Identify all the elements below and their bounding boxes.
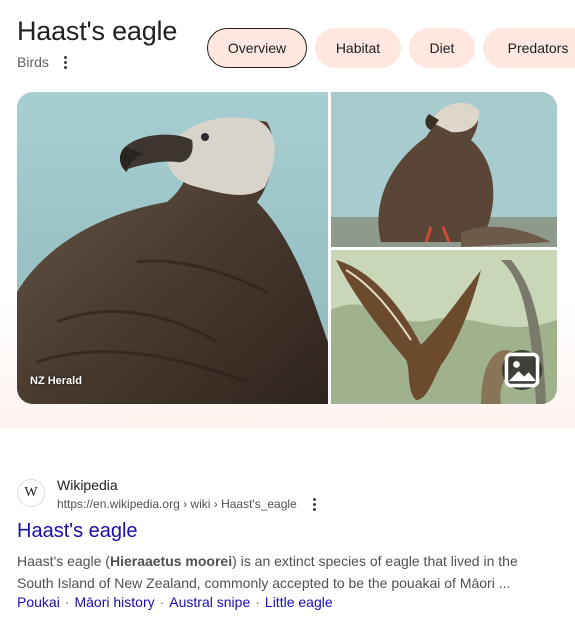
tab-diet[interactable]: Diet: [409, 28, 475, 68]
sitelinks: Poukai · Māori history · Austral snipe · Littl…: [17, 594, 333, 610]
result-site-name[interactable]: Wikipedia: [57, 477, 118, 493]
result-snippet: Haast's eagle (Hieraaetus moorei) is an …: [17, 550, 537, 594]
tab-overview[interactable]: Overview: [207, 28, 307, 68]
more-options-icon[interactable]: [58, 53, 72, 71]
result-options-icon[interactable]: [307, 495, 321, 513]
sitelink-poukai[interactable]: Poukai: [17, 594, 60, 610]
knowledge-panel: Haast's eagle Birds Overview Habitat Die…: [0, 0, 575, 428]
panel-title: Haast's eagle: [17, 16, 178, 46]
snippet-scientific-name: Hieraaetus moorei: [109, 553, 233, 569]
tab-predators[interactable]: Predators: [483, 28, 575, 68]
image-search-button[interactable]: [502, 350, 542, 390]
result-title-link[interactable]: Haast's eagle: [17, 520, 138, 543]
sitelink-separator: ·: [64, 594, 70, 610]
wikipedia-favicon-icon[interactable]: W: [17, 479, 45, 507]
eagle-image-top-right[interactable]: [331, 92, 557, 247]
eagle-illustration-perched: [331, 92, 557, 247]
eagle-image-main[interactable]: NZ Herald: [17, 92, 328, 404]
snippet-text: South Island of New Zealand, commonly ac…: [17, 575, 511, 591]
eagle-illustration-main: [17, 92, 328, 404]
image-icon: [504, 352, 540, 388]
tab-habitat[interactable]: Habitat: [315, 28, 401, 68]
eagle-image-bottom-right[interactable]: [331, 250, 557, 404]
image-gallery: NZ Herald: [17, 92, 557, 404]
sitelink-separator: ·: [159, 594, 165, 610]
sitelink-austral-snipe[interactable]: Austral snipe: [169, 594, 250, 610]
sitelink-maori-history[interactable]: Māori history: [74, 594, 154, 610]
snippet-text: ) is an extinct species of eagle that li…: [232, 553, 518, 569]
result-url[interactable]: https://en.wikipedia.org › wiki › Haast'…: [57, 497, 297, 511]
panel-subtitle: Birds: [17, 54, 49, 70]
snippet-text: Haast's eagle (: [17, 553, 110, 569]
sitelink-separator: ·: [255, 594, 260, 610]
image-source-label: NZ Herald: [30, 375, 82, 387]
sitelink-little-eagle[interactable]: Little eagle: [265, 594, 333, 610]
